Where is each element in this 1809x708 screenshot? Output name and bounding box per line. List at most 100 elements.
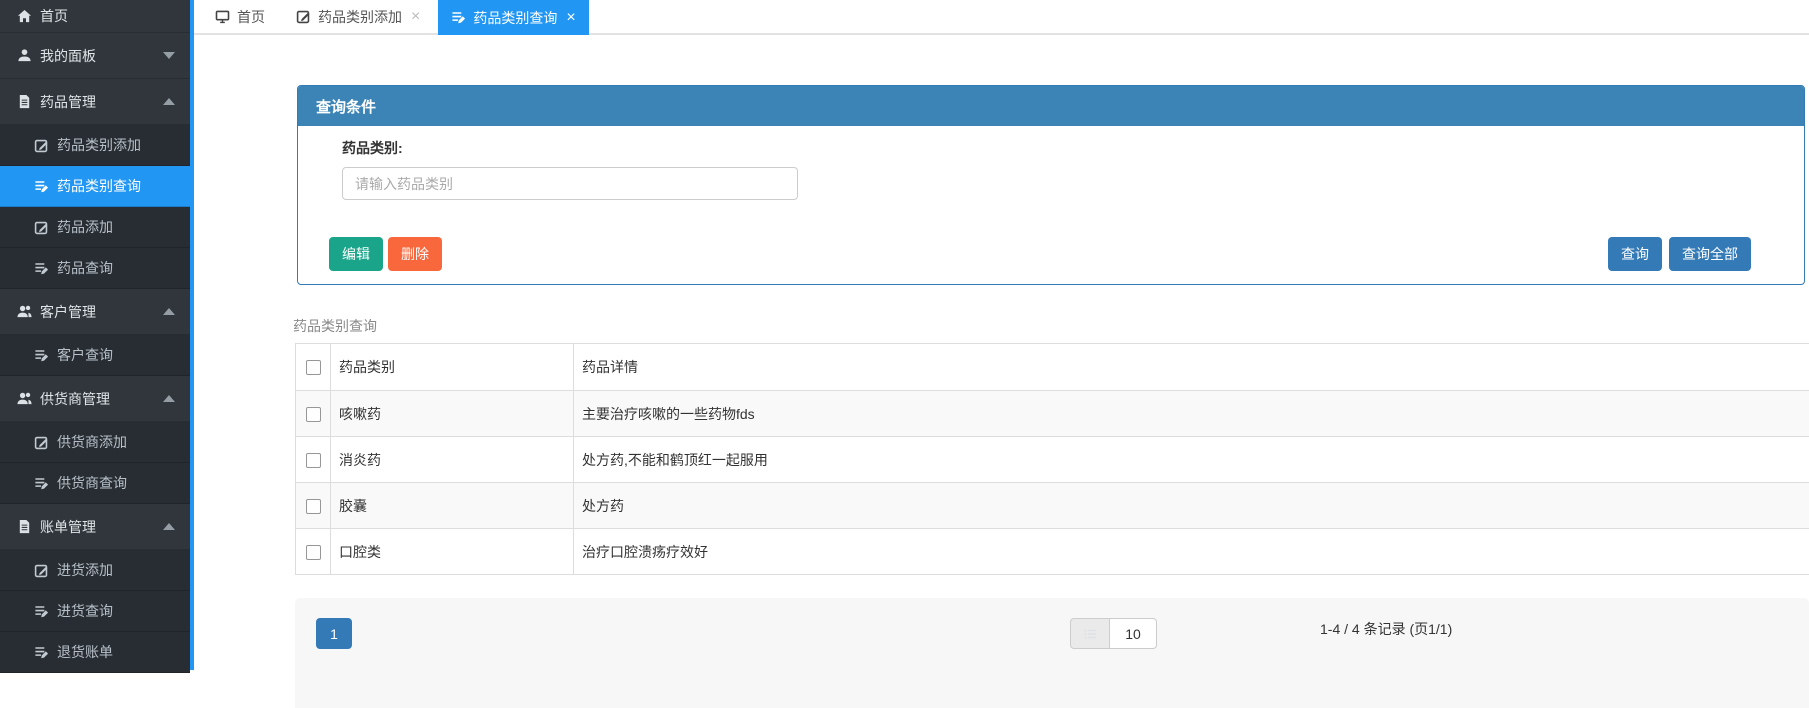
sidebar-item[interactable]: 供货商管理: [0, 376, 190, 422]
sidebar-item[interactable]: 账单管理: [0, 504, 190, 550]
row-checkbox-cell: [296, 391, 331, 437]
sidebar-item[interactable]: 药品类别添加: [0, 125, 190, 166]
sidebar-item[interactable]: 客户查询: [0, 335, 190, 376]
table-row: 咳嗽药 主要治疗咳嗽的一些药物fds: [296, 391, 1809, 437]
row-checkbox[interactable]: [306, 407, 321, 422]
chevron-icon: [163, 395, 175, 402]
cell-category: 消炎药: [331, 437, 574, 483]
sidebar-item-label: 客户查询: [57, 345, 113, 365]
column-header-detail: 药品详情: [574, 344, 1809, 391]
sidebar-item[interactable]: 进货添加: [0, 550, 190, 591]
home-icon: [17, 9, 32, 24]
page-1-button[interactable]: 1: [316, 618, 352, 649]
query-all-button[interactable]: 查询全部: [1669, 237, 1751, 271]
row-checkbox-cell: [296, 483, 331, 529]
sidebar-item-label: 供货商查询: [57, 473, 127, 493]
sidebar-item-label: 退货账单: [57, 642, 113, 662]
close-icon[interactable]: ×: [411, 9, 420, 25]
sidebar-item[interactable]: 药品类别查询: [0, 166, 190, 207]
sidebar-item-label: 供货商添加: [57, 432, 127, 452]
sidebar-item-label: 药品类别查询: [57, 176, 141, 196]
sidebar-item[interactable]: 我的面板: [0, 33, 190, 79]
list-icon: [34, 604, 49, 619]
pencil-icon: [34, 220, 49, 235]
sidebar-item-label: 首页: [40, 6, 68, 26]
row-checkbox[interactable]: [306, 545, 321, 560]
category-input[interactable]: [342, 167, 798, 200]
list-icon: [34, 179, 49, 194]
delete-button[interactable]: 删除: [388, 237, 442, 271]
row-checkbox-cell: [296, 529, 331, 575]
sidebar-item[interactable]: 首页: [0, 0, 190, 33]
list-icon: [451, 10, 466, 25]
tab[interactable]: 药品类别查询 ×: [438, 0, 588, 35]
tab[interactable]: 首页 ×: [202, 0, 278, 33]
sidebar-item-label: 药品类别添加: [57, 135, 141, 155]
sidebar-item[interactable]: 客户管理: [0, 289, 190, 335]
records-summary: 1-4 / 4 条记录 (页1/1): [1320, 619, 1452, 639]
sidebar-item[interactable]: 药品添加: [0, 207, 190, 248]
row-checkbox-cell: [296, 437, 331, 483]
sidebar-item-label: 进货添加: [57, 560, 113, 580]
category-field-label: 药品类别:: [342, 138, 403, 158]
chevron-icon: [163, 52, 175, 59]
query-panel-title: 查询条件: [316, 96, 376, 117]
select-all-checkbox[interactable]: [306, 360, 321, 375]
query-panel: 查询条件 药品类别: 编辑 删除 查询 查询全部: [297, 85, 1805, 285]
query-panel-header: 查询条件: [298, 86, 1804, 126]
close-icon[interactable]: ×: [566, 10, 575, 26]
sidebar-item-label: 药品管理: [40, 92, 96, 112]
cell-detail: 治疗口腔溃疡疗效好: [574, 529, 1809, 575]
sidebar-item-label: 我的面板: [40, 46, 96, 66]
user-icon: [17, 48, 32, 63]
pencil-icon: [34, 138, 49, 153]
cell-category: 口腔类: [331, 529, 574, 575]
list-icon: [34, 261, 49, 276]
row-checkbox[interactable]: [306, 453, 321, 468]
users-icon: [17, 391, 32, 406]
tab-label: 药品类别查询: [473, 8, 557, 28]
tab-bar: 首页 × 药品类别添加 × 药品类别查询 ×: [194, 0, 1809, 35]
sidebar-item-label: 供货商管理: [40, 389, 110, 409]
query-panel-body: 药品类别: 编辑 删除 查询 查询全部: [298, 126, 1804, 284]
table-row: 口腔类 治疗口腔溃疡疗效好: [296, 529, 1809, 575]
cell-detail: 处方药,不能和鹤顶红一起服用: [574, 437, 1809, 483]
sidebar-item[interactable]: 药品查询: [0, 248, 190, 289]
pencil-icon: [296, 9, 311, 24]
pencil-icon: [34, 563, 49, 578]
list-icon[interactable]: [1070, 618, 1110, 649]
sidebar: 首页 我的面板 药品管理 药品类别添加 药品类别查询 药品添加 药品查询 客户管…: [0, 0, 194, 670]
cell-detail: 主要治疗咳嗽的一些药物fds: [574, 391, 1809, 437]
edit-button[interactable]: 编辑: [329, 237, 383, 271]
list-icon: [34, 645, 49, 660]
sidebar-item[interactable]: 供货商添加: [0, 422, 190, 463]
tab-label: 首页: [237, 7, 265, 27]
pagination-bar: 1 10 1-4 / 4 条记录 (页1/1): [295, 598, 1809, 708]
sidebar-item-label: 药品添加: [57, 217, 113, 237]
query-button[interactable]: 查询: [1608, 237, 1662, 271]
pencil-icon: [34, 435, 49, 450]
page-size-value[interactable]: 10: [1110, 618, 1157, 649]
result-table: 药品类别 药品详情 咳嗽药 主要治疗咳嗽的一些药物fds 消炎药 处方药,不能和…: [295, 343, 1809, 575]
row-checkbox[interactable]: [306, 499, 321, 514]
sidebar-item[interactable]: 药品管理: [0, 79, 190, 125]
cell-category: 咳嗽药: [331, 391, 574, 437]
chevron-icon: [163, 523, 175, 530]
cell-category: 胶囊: [331, 483, 574, 529]
sidebar-item[interactable]: 供货商查询: [0, 463, 190, 504]
cell-detail: 处方药: [574, 483, 1809, 529]
chevron-icon: [163, 308, 175, 315]
page-size-selector[interactable]: 10: [1070, 618, 1157, 649]
file-icon: [17, 94, 32, 109]
monitor-icon: [215, 9, 230, 24]
sidebar-item-label: 药品查询: [57, 258, 113, 278]
sidebar-item[interactable]: 退货账单: [0, 632, 190, 673]
sidebar-item-label: 进货查询: [57, 601, 113, 621]
users-icon: [17, 304, 32, 319]
list-icon: [34, 476, 49, 491]
tab[interactable]: 药品类别添加 ×: [283, 0, 433, 33]
sidebar-item[interactable]: 进货查询: [0, 591, 190, 632]
table-header-row: 药品类别 药品详情: [296, 344, 1809, 391]
sidebar-item-label: 账单管理: [40, 517, 96, 537]
chevron-icon: [163, 98, 175, 105]
